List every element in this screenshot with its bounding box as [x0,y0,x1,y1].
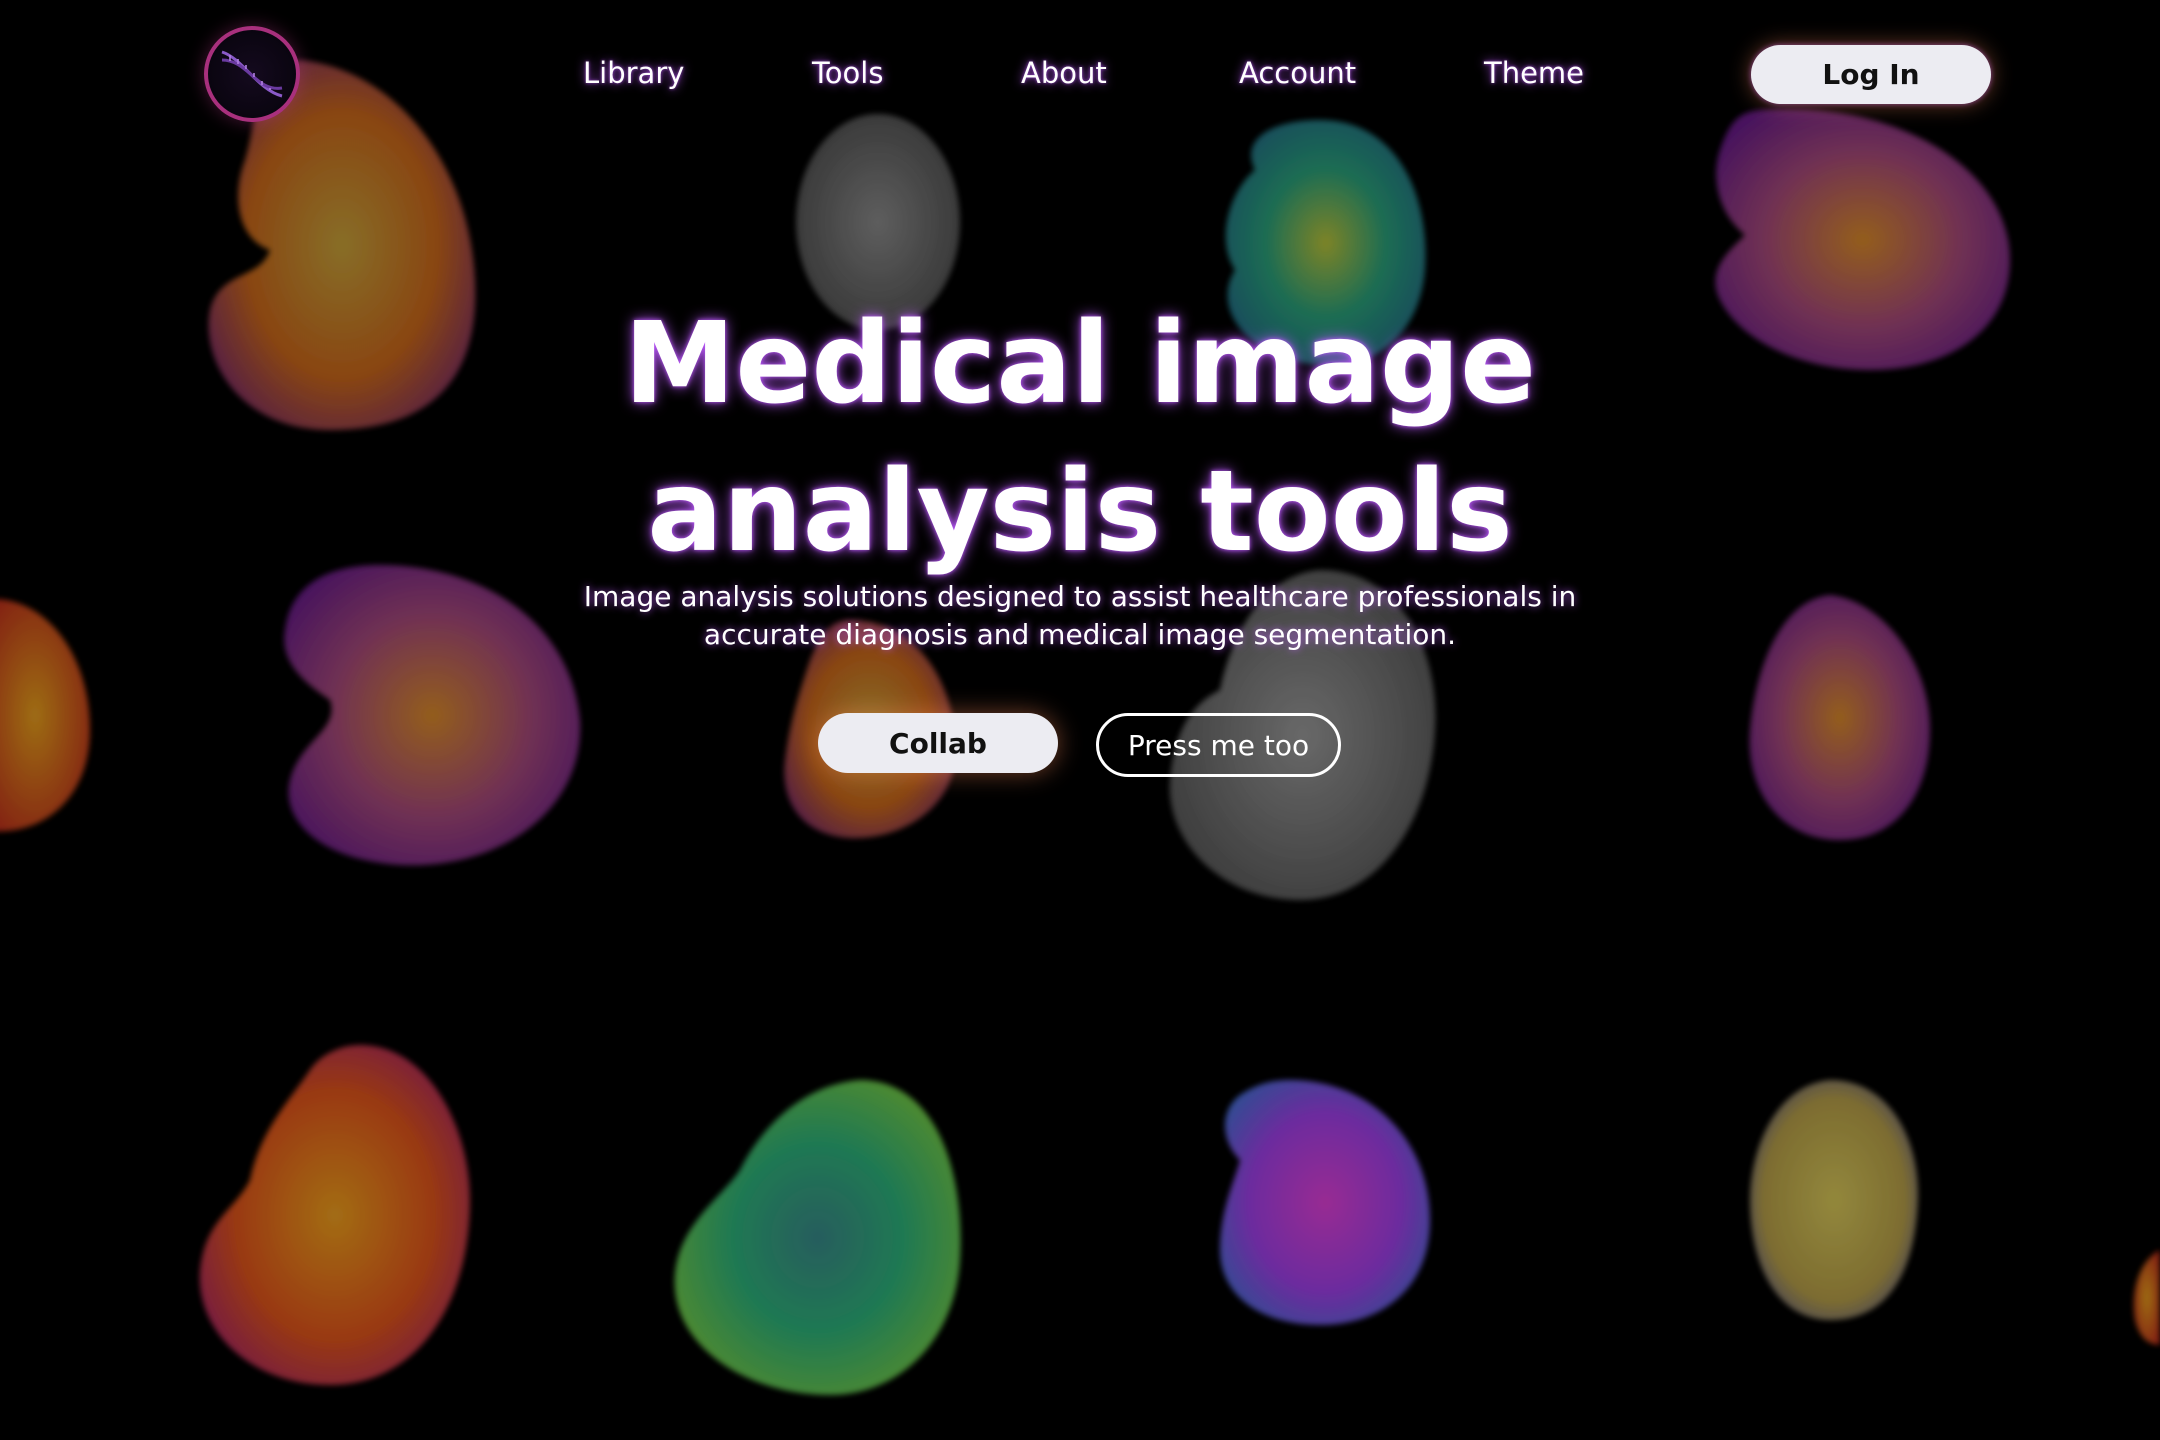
hero-title: Medical image analysis tools [580,290,1580,586]
hero-title-line2: analysis tools [647,447,1513,577]
collab-button[interactable]: Collab [818,713,1058,773]
nav-tools[interactable]: Tools [812,56,883,96]
brain-scan-background [0,0,2160,1440]
nav-account[interactable]: Account [1239,56,1356,96]
hero-subtitle-line1: Image analysis solutions designed to ass… [583,580,1577,613]
nav-about[interactable]: About [1021,56,1107,96]
login-button[interactable]: Log In [1751,45,1991,104]
nav-library[interactable]: Library [583,56,684,96]
logo[interactable] [204,26,300,122]
press-me-too-button[interactable]: Press me too [1096,713,1341,777]
nav-theme[interactable]: Theme [1484,56,1584,96]
hero-title-line1: Medical image [623,299,1537,429]
hero-subtitle: Image analysis solutions designed to ass… [580,578,1580,654]
dna-helix-icon [221,50,283,98]
hero-subtitle-line2: accurate diagnosis and medical image seg… [703,618,1457,651]
